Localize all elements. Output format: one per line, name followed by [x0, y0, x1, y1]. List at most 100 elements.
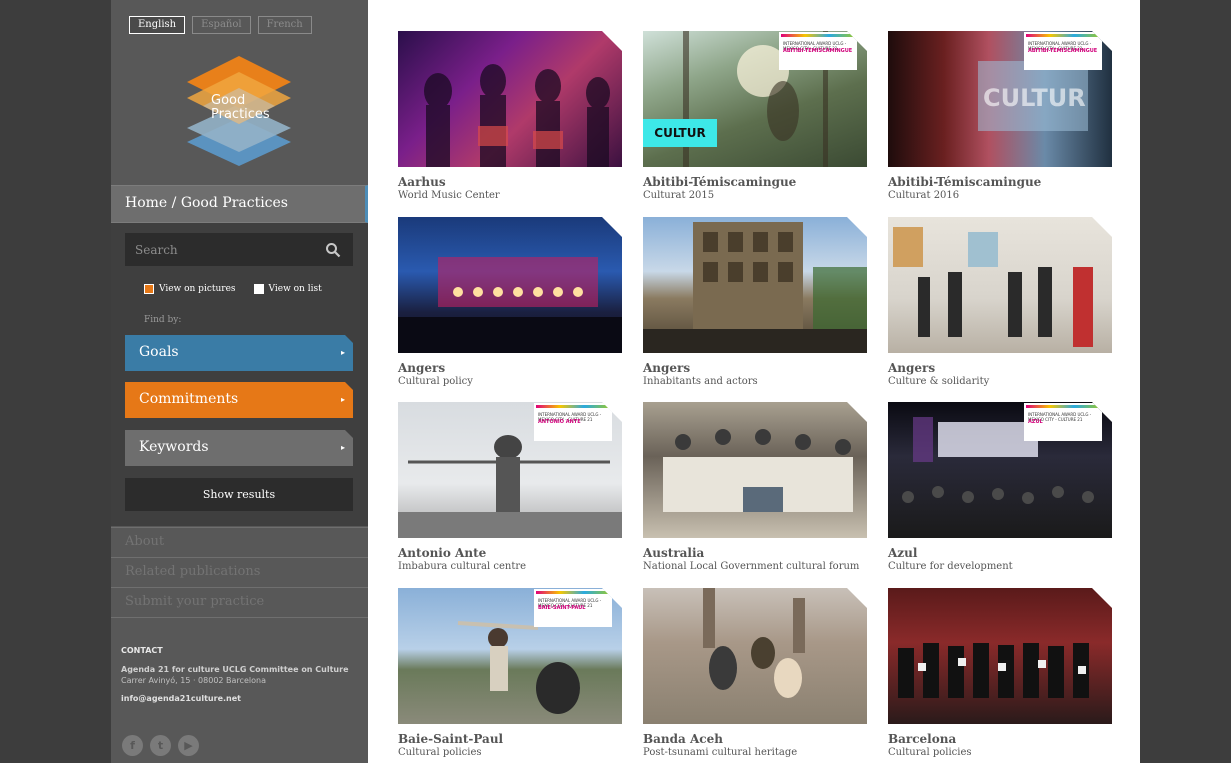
view-options: View on pictures View on list: [144, 284, 322, 294]
view-on-list-label: View on list: [268, 284, 322, 294]
twitter-icon[interactable]: t: [150, 735, 171, 756]
practice-title: Aarhus: [398, 175, 446, 189]
practice-title: Angers: [643, 361, 691, 375]
practice-thumbnail[interactable]: [643, 402, 867, 538]
practice-card[interactable]: Banda Aceh Post-tsunami cultural heritag…: [643, 588, 867, 759]
breadcrumb[interactable]: Home / Good Practices: [111, 185, 368, 223]
keywords-label: Keywords: [139, 439, 209, 455]
practice-card[interactable]: Australia National Local Government cult…: [643, 402, 867, 573]
commitments-label: Commitments: [139, 391, 239, 407]
practices-grid: Aarhus World Music Center CULTUR INTERNA…: [368, 0, 1140, 763]
social-links: f t ▶: [122, 735, 199, 756]
menu-link-related-publications[interactable]: Related publications: [111, 557, 368, 587]
show-results-button[interactable]: Show results: [125, 478, 353, 511]
view-on-pictures-label: View on pictures: [159, 284, 236, 294]
award-badge: INTERNATIONAL AWARD UCLG - MEXICO CITY -…: [1024, 403, 1102, 441]
practice-title: Abitibi-Témiscamingue: [643, 175, 797, 189]
breadcrumb-label: Home / Good Practices: [125, 195, 288, 211]
search-box: [125, 233, 353, 266]
award-badge: INTERNATIONAL AWARD UCLG - MEXICO CITY -…: [1024, 32, 1102, 70]
search-input[interactable]: [125, 233, 325, 266]
practice-card[interactable]: Angers Culture & solidarity: [888, 217, 1112, 388]
practice-card[interactable]: CULTUR INTERNATIONAL AWARD UCLG - MEXICO…: [643, 31, 867, 202]
practice-thumbnail[interactable]: INTERNATIONAL AWARD UCLG - MEXICO CITY -…: [398, 588, 622, 724]
practice-card[interactable]: CULTUR INTERNATIONAL AWARD UCLG - MEXICO…: [888, 31, 1112, 202]
filter-panel: View on pictures View on list Find by: G…: [111, 223, 368, 526]
view-on-pictures-checkbox[interactable]: [144, 284, 154, 294]
practice-card[interactable]: Angers Inhabitants and actors: [643, 217, 867, 388]
practice-thumbnail[interactable]: INTERNATIONAL AWARD UCLG - MEXICO CITY -…: [888, 402, 1112, 538]
commitments-filter-button[interactable]: Commitments ▸: [125, 382, 353, 418]
search-icon[interactable]: [325, 242, 341, 258]
building-photo: [643, 222, 867, 353]
practice-card[interactable]: Aarhus World Music Center: [398, 31, 622, 202]
sidebar: English Español French Good Practices Ho…: [111, 0, 368, 763]
award-badge: INTERNATIONAL AWARD UCLG - MEXICO CITY -…: [779, 32, 857, 70]
practice-subtitle: Culturat 2015: [643, 190, 715, 201]
award-badge: INTERNATIONAL AWARD UCLG - MEXICO CITY -…: [534, 589, 612, 627]
facebook-icon[interactable]: f: [122, 735, 143, 756]
performers-photo: [424, 64, 610, 167]
practice-thumbnail[interactable]: [643, 217, 867, 353]
practice-subtitle: Inhabitants and actors: [643, 376, 758, 387]
practice-subtitle: Cultural policies: [888, 747, 972, 758]
menu-link-submit-practice[interactable]: Submit your practice: [111, 587, 368, 618]
practice-card[interactable]: INTERNATIONAL AWARD UCLG - MEXICO CITY -…: [398, 402, 622, 573]
practice-title: Angers: [888, 361, 936, 375]
practice-card[interactable]: Angers Cultural policy: [398, 217, 622, 388]
ruins-photo: [703, 588, 805, 698]
practice-thumbnail[interactable]: [888, 588, 1112, 724]
logo-text: Good Practices: [211, 93, 270, 122]
practice-thumbnail[interactable]: CULTUR INTERNATIONAL AWARD UCLG - MEXICO…: [888, 31, 1112, 167]
practice-card[interactable]: INTERNATIONAL AWARD UCLG - MEXICO CITY -…: [398, 588, 622, 759]
chevron-right-icon: ▸: [340, 395, 345, 404]
practice-title: Barcelona: [888, 732, 957, 746]
good-practices-logo[interactable]: Good Practices: [183, 52, 295, 172]
contact-email[interactable]: info@agenda21culture.net: [121, 694, 361, 703]
contact-block: CONTACT Agenda 21 for culture UCLG Commi…: [121, 646, 361, 703]
practice-subtitle: Cultural policies: [398, 747, 482, 758]
practice-thumbnail[interactable]: [643, 588, 867, 724]
practice-title: Antonio Ante: [398, 546, 487, 560]
gallery-photo: [893, 227, 1093, 347]
language-french[interactable]: French: [257, 16, 312, 34]
practice-title: Baie-Saint-Paul: [398, 732, 504, 746]
view-on-list-option[interactable]: View on list: [253, 284, 322, 294]
contact-address: Carrer Avinyó, 15 · 08002 Barcelona: [121, 676, 266, 685]
chevron-right-icon: ▸: [340, 348, 345, 357]
page-right-margin: [1140, 0, 1231, 763]
find-by-label: Find by:: [144, 315, 182, 325]
view-on-list-checkbox[interactable]: [253, 284, 264, 294]
practice-thumbnail[interactable]: INTERNATIONAL AWARD UCLG - MEXICO CITY -…: [398, 402, 622, 538]
view-on-pictures-option[interactable]: View on pictures: [144, 284, 236, 294]
menu-link-about[interactable]: About: [111, 527, 368, 557]
practice-card[interactable]: Barcelona Cultural policies: [888, 588, 1112, 759]
practice-subtitle: Cultural policy: [398, 376, 473, 387]
practice-subtitle: Imbabura cultural centre: [398, 561, 527, 572]
practice-thumbnail[interactable]: [398, 31, 622, 167]
language-spanish[interactable]: Español: [192, 16, 251, 34]
practice-card[interactable]: INTERNATIONAL AWARD UCLG - MEXICO CITY -…: [888, 402, 1112, 573]
award-badge: INTERNATIONAL AWARD UCLG - MEXICO CITY -…: [534, 403, 612, 441]
practice-title: Abitibi-Témiscamingue: [888, 175, 1042, 189]
practice-thumbnail[interactable]: [888, 217, 1112, 353]
practice-thumbnail[interactable]: CULTUR INTERNATIONAL AWARD UCLG - MEXICO…: [643, 31, 867, 167]
svg-text:CULTUR: CULTUR: [983, 84, 1086, 112]
youtube-icon[interactable]: ▶: [178, 735, 199, 756]
practice-title: Banda Aceh: [643, 732, 723, 746]
goals-filter-button[interactable]: Goals ▸: [125, 335, 353, 371]
language-switcher: English Español French: [129, 16, 312, 34]
practice-subtitle: World Music Center: [398, 190, 500, 201]
practice-title: Azul: [888, 546, 918, 560]
practice-subtitle: Culture & solidarity: [888, 376, 990, 387]
contact-org: Agenda 21 for culture UCLG Committee on …: [121, 665, 349, 674]
keywords-filter-button[interactable]: Keywords ▸: [125, 430, 353, 466]
language-english[interactable]: English: [129, 16, 186, 34]
cultur-tag: CULTUR: [643, 119, 717, 147]
practice-title: Australia: [643, 546, 705, 560]
chevron-right-icon: ▸: [340, 443, 345, 452]
practice-title: Angers: [398, 361, 446, 375]
practice-subtitle: National Local Government cultural forum: [643, 561, 860, 572]
concert-stage-photo: [398, 257, 622, 353]
practice-thumbnail[interactable]: [398, 217, 622, 353]
